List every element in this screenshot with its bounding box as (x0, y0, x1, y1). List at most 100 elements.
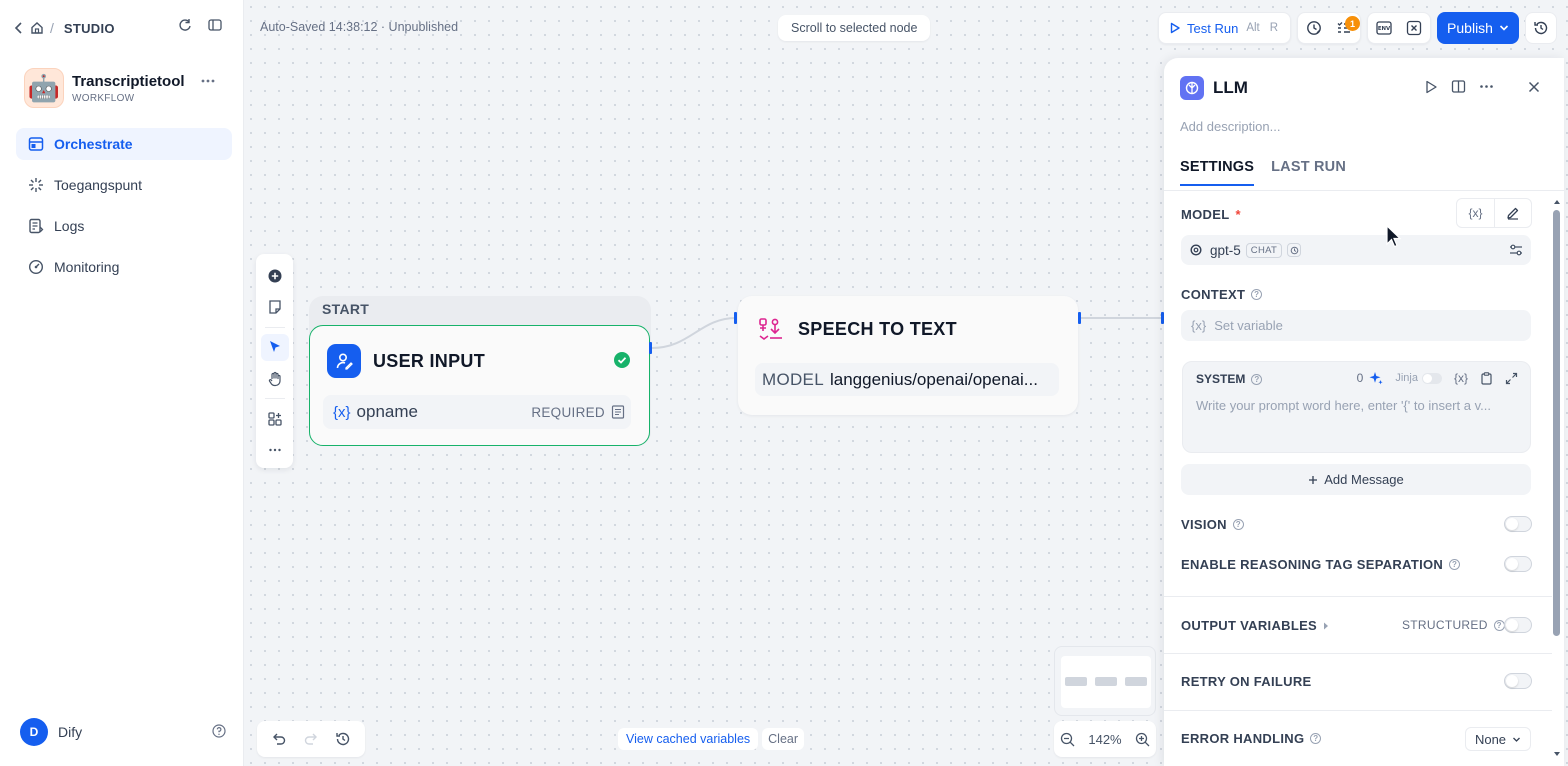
error-handling-value: None (1474, 731, 1507, 747)
add-message-button[interactable]: Add Message (1181, 464, 1531, 495)
caret-right-icon (1323, 622, 1329, 630)
speech-to-text-title: SPEECH TO TEXT (798, 318, 957, 339)
add-message-label: Add Message (1324, 472, 1404, 487)
minimap-node (1095, 677, 1117, 686)
model-label: MODEL (1181, 207, 1230, 222)
token-count: 0 (1356, 371, 1364, 385)
structured-label: STRUCTURED (1402, 618, 1488, 632)
error-handling-section-label: ERROR HANDLING? (1181, 731, 1322, 746)
info-icon[interactable]: ? (1251, 373, 1263, 385)
error-handling-label: ERROR HANDLING (1181, 731, 1305, 746)
context-label: CONTEXT (1181, 287, 1246, 302)
error-handling-select[interactable]: None (1465, 727, 1531, 751)
stt-model-row: MODEL langgenius/openai/openai... (755, 363, 1059, 396)
output-variables-label: OUTPUT VARIABLES (1181, 618, 1318, 633)
output-handle[interactable] (1078, 312, 1081, 324)
edit-icon[interactable] (1494, 199, 1531, 227)
run-node-icon[interactable] (1424, 80, 1438, 94)
zoom-controls: 142% (1054, 721, 1156, 757)
user-input-icon (327, 344, 361, 378)
mouse-cursor-icon (1386, 225, 1402, 249)
panel-scrollbar[interactable] (1552, 198, 1560, 764)
more-icon[interactable] (1479, 79, 1494, 94)
vision-toggle[interactable] (1504, 516, 1532, 532)
clear-button[interactable]: Clear (762, 728, 805, 750)
info-icon[interactable]: ? (1310, 733, 1322, 744)
context-section-label: CONTEXT? (1181, 287, 1263, 302)
insert-variable-button[interactable]: {x} (1454, 371, 1468, 385)
zoom-out-icon[interactable] (1060, 732, 1075, 747)
llm-icon (1180, 76, 1204, 100)
vision-section-label: VISION? (1181, 517, 1244, 532)
section-divider (1164, 596, 1552, 597)
section-divider (1164, 710, 1552, 711)
variable-mode-button[interactable]: {x} (1457, 199, 1494, 227)
model-selector[interactable]: gpt-5 CHAT (1181, 235, 1531, 265)
input-variable-row[interactable]: {x} opname REQUIRED (323, 395, 631, 429)
history-icon[interactable] (335, 731, 351, 747)
system-prompt-placeholder: Write your prompt word here, enter '{' t… (1196, 398, 1491, 413)
variable-icon: {x} (1191, 318, 1207, 333)
system-prompt-editor[interactable]: SYSTEM ? 0 Jinja {x} Write your prompt w… (1182, 361, 1531, 453)
info-icon[interactable]: ? (1232, 519, 1244, 530)
required-marker: * (1235, 207, 1241, 222)
retry-on-failure-toggle[interactable] (1504, 673, 1532, 689)
output-handle[interactable] (649, 342, 652, 354)
model-variable-toggle: {x} (1456, 198, 1532, 228)
reasoning-tag-toggle[interactable] (1504, 556, 1532, 572)
variable-icon: {x} (333, 403, 351, 421)
zoom-in-icon[interactable] (1135, 732, 1150, 747)
structured-output-option: STRUCTURED ? (1402, 618, 1505, 632)
cached-variables-bar: View cached variables Clear (618, 727, 805, 751)
model-settings-icon[interactable] (1509, 243, 1523, 257)
tabs-divider (1164, 190, 1564, 191)
minimap-node (1065, 677, 1087, 686)
expand-icon[interactable] (1505, 372, 1518, 385)
close-icon[interactable] (1528, 81, 1540, 93)
redo-icon[interactable] (303, 731, 319, 747)
minimap[interactable] (1054, 646, 1156, 716)
variable-name: opname (356, 402, 418, 421)
jinja-switch[interactable] (1421, 372, 1442, 384)
speech-to-text-node[interactable]: SPEECH TO TEXT MODEL langgenius/openai/o… (738, 296, 1078, 415)
context-placeholder: Set variable (1214, 318, 1283, 333)
tab-settings[interactable]: SETTINGS (1180, 159, 1255, 186)
context-variable-input[interactable]: {x} Set variable (1181, 310, 1531, 341)
jinja-label: Jinja (1395, 372, 1418, 384)
section-divider (1164, 653, 1552, 654)
reasoning-icon (1287, 243, 1302, 257)
retry-section-label: RETRY ON FAILURE (1181, 674, 1311, 689)
jinja-toggle[interactable]: Jinja (1395, 372, 1442, 384)
description-input[interactable]: Add description... (1180, 119, 1280, 134)
zoom-level[interactable]: 142% (1088, 732, 1121, 747)
openai-icon (1190, 244, 1202, 256)
input-handle[interactable] (734, 312, 737, 324)
model-value: langgenius/openai/openai... (829, 369, 1038, 389)
model-section-label: MODEL * (1181, 207, 1241, 222)
model-name: gpt-5 (1210, 242, 1241, 258)
start-label: START (322, 301, 370, 317)
sparkle-icon[interactable] (1369, 371, 1383, 385)
info-icon[interactable]: ? (1449, 559, 1461, 570)
user-input-node[interactable]: USER INPUT {x} opname REQUIRED (309, 325, 650, 446)
required-tag: REQUIRED (531, 404, 605, 420)
plus-icon (1308, 475, 1318, 485)
view-cached-variables-link[interactable]: View cached variables (618, 728, 759, 750)
split-view-icon[interactable] (1451, 79, 1466, 94)
output-variables-toggle[interactable]: OUTPUT VARIABLES (1181, 618, 1329, 633)
chevron-down-icon (1512, 735, 1521, 744)
file-icon (611, 405, 625, 419)
start-node-group[interactable]: START USER INPUT {x} opname REQUIRED (309, 296, 651, 446)
undo-icon[interactable] (271, 731, 287, 747)
scrollbar-thumb[interactable] (1553, 210, 1560, 636)
model-label: MODEL (762, 369, 824, 389)
node-config-panel: LLM Add description... SETTINGS LAST RUN… (1164, 58, 1564, 766)
minimap-node (1125, 677, 1147, 686)
panel-title: LLM (1213, 78, 1248, 97)
system-prompt-tools: 0 Jinja {x} (1357, 371, 1518, 385)
user-input-title: USER INPUT (373, 350, 486, 371)
structured-output-toggle[interactable] (1504, 617, 1532, 633)
tab-last-run[interactable]: LAST RUN (1271, 159, 1346, 186)
info-icon[interactable]: ? (1251, 289, 1263, 300)
clipboard-icon[interactable] (1480, 371, 1493, 385)
